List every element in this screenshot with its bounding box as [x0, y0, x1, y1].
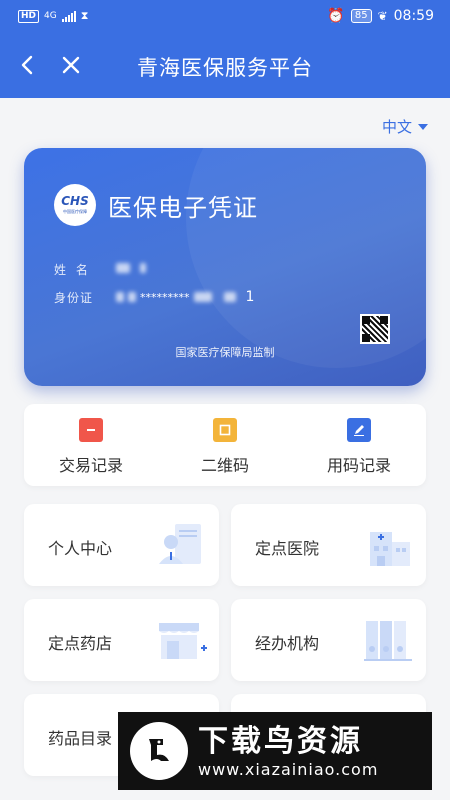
- clock-time: 08:59: [393, 8, 434, 24]
- code-usage-record-button[interactable]: 用码记录: [292, 404, 426, 486]
- qr-code-button[interactable]: 二维码: [158, 404, 292, 486]
- card-title: 医保电子凭证: [108, 194, 258, 222]
- tile-agency[interactable]: 经办机构: [231, 599, 426, 681]
- transaction-record-button[interactable]: 交易记录: [24, 404, 158, 486]
- network-type: 4G: [44, 11, 57, 21]
- app-header: HD 4G ⧗ ⏰ 85 ❦ 08:59 青海医保服务平台: [0, 0, 450, 98]
- status-bar: HD 4G ⧗ ⏰ 85 ❦ 08:59: [0, 0, 450, 34]
- language-label: 中文: [381, 118, 412, 136]
- name-label: 姓 名: [54, 263, 91, 277]
- hourglass-icon: ⧗: [80, 9, 89, 22]
- watermark-url: www.xiazainiao.com: [198, 759, 379, 779]
- tile-personal-center[interactable]: 个人中心: [24, 504, 219, 586]
- qr-code-icon: [213, 418, 237, 442]
- qr-code-icon[interactable]: [360, 314, 390, 344]
- pharmacy-icon: [159, 623, 207, 659]
- hospital-icon: [370, 532, 410, 566]
- quick-actions: 交易记录 二维码 用码记录: [24, 404, 426, 486]
- bird-logo-icon: [130, 722, 188, 780]
- page-title: 青海医保服务平台: [137, 56, 313, 80]
- hd-badge: HD: [18, 9, 40, 23]
- card-footer: 国家医疗保障局监制: [175, 346, 275, 359]
- agency-binders-icon: [364, 621, 412, 661]
- alarm-icon: ⏰: [327, 8, 345, 24]
- name-value-masked: [116, 260, 147, 275]
- caret-down-icon: [418, 123, 428, 130]
- signal-icon: [61, 10, 76, 22]
- watermark-title: 下载鸟资源: [198, 723, 363, 759]
- battery-icon: 85: [350, 9, 372, 23]
- id-label: 身份证: [54, 291, 94, 305]
- tile-designated-hospital[interactable]: 定点医院: [231, 504, 426, 586]
- title-bar: 青海医保服务平台: [0, 40, 450, 92]
- edit-record-icon: [347, 418, 371, 442]
- insurance-certificate-card[interactable]: CHS 中国医疗保障 医保电子凭证 姓 名 身份证 ********* 1 国家…: [24, 148, 426, 386]
- personal-center-icon: [159, 524, 201, 564]
- transaction-record-icon: [79, 418, 103, 442]
- tile-designated-pharmacy[interactable]: 定点药店: [24, 599, 219, 681]
- chs-logo: CHS 中国医疗保障: [54, 184, 96, 226]
- language-selector[interactable]: 中文: [382, 116, 428, 137]
- watermark-banner: 下载鸟资源 www.xiazainiao.com: [118, 712, 432, 790]
- id-value-masked: ********* 1: [116, 289, 254, 305]
- leaf-icon: ❦: [377, 9, 388, 23]
